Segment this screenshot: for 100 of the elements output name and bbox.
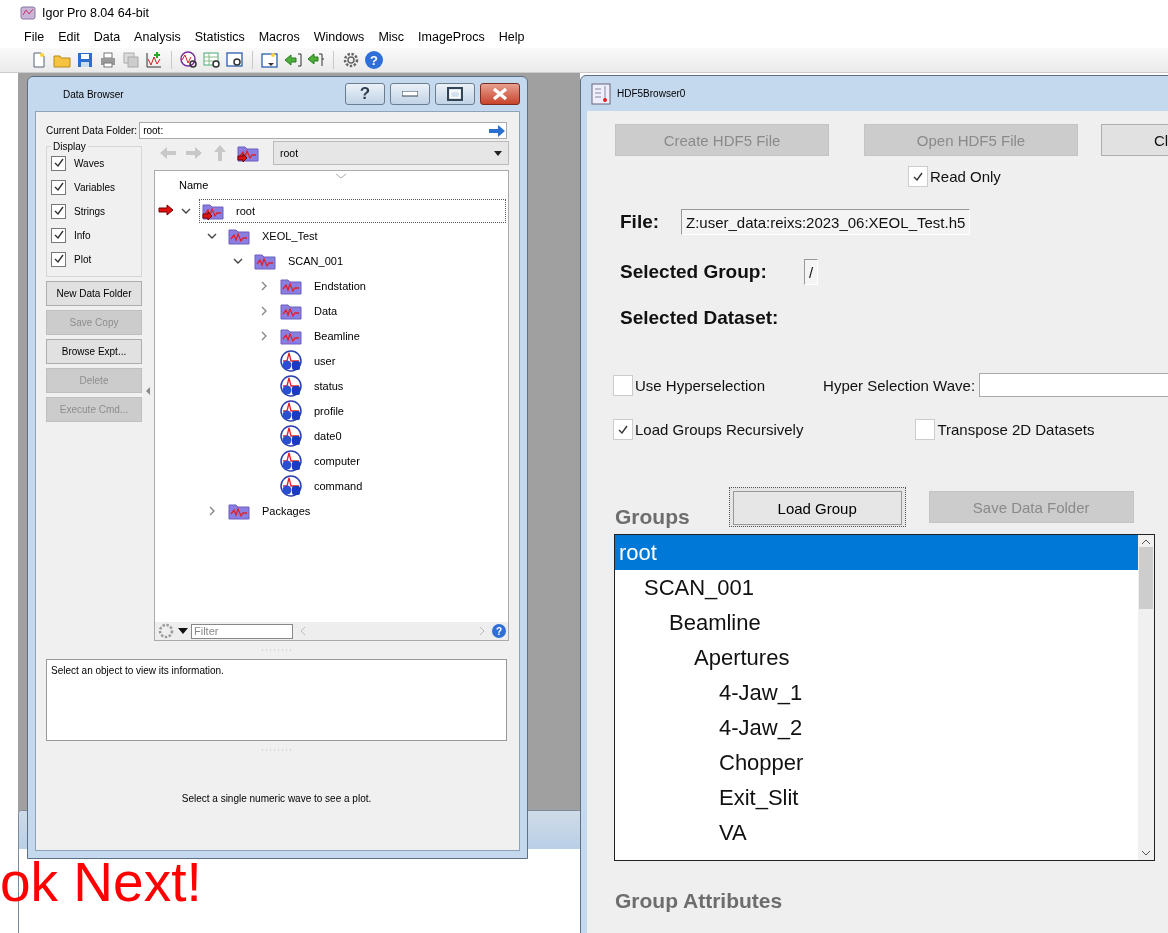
new-procedure-icon[interactable]	[261, 51, 279, 69]
menu-item[interactable]: Macros	[251, 28, 307, 46]
group-title: Display	[52, 141, 87, 152]
tree-item[interactable]: Packages	[262, 504, 311, 517]
checkmark-icon	[617, 423, 629, 436]
variable-icon	[280, 399, 302, 422]
tree-item[interactable]: root	[236, 204, 255, 217]
menu-item[interactable]: Edit	[51, 28, 87, 46]
help-button[interactable]: ?	[492, 624, 506, 638]
action-button[interactable]: New Data Folder	[46, 281, 142, 306]
group-item[interactable]: 4-Jaw_2	[615, 710, 1138, 745]
tree-item[interactable]: XEOL_Test	[262, 229, 318, 242]
checkbox[interactable]	[51, 251, 66, 267]
tree-item[interactable]: status	[314, 379, 344, 392]
group-item[interactable]: root	[615, 535, 1138, 570]
group-item[interactable]: Chopper	[615, 745, 1138, 780]
wave-search-icon[interactable]	[180, 51, 198, 69]
new-graph-icon[interactable]	[145, 51, 163, 69]
menu-item[interactable]: Data	[86, 28, 128, 46]
menu-item[interactable]: File	[17, 28, 52, 46]
action-button[interactable]: Cl	[1101, 124, 1168, 156]
menu-item[interactable]: Analysis	[127, 28, 188, 46]
folder-dropdown[interactable]: root	[273, 141, 509, 165]
scroll-down-icon[interactable]	[1141, 850, 1151, 856]
variable-icon	[280, 374, 302, 397]
tree-item[interactable]: computer	[314, 454, 360, 467]
menu-item[interactable]: Help	[491, 28, 532, 46]
table-search-icon[interactable]	[203, 51, 221, 69]
variable-icon	[280, 424, 302, 447]
column-header[interactable]: Name	[179, 178, 209, 191]
group-item[interactable]: 4-Jaw_1	[615, 675, 1138, 710]
checkbox[interactable]	[51, 227, 66, 243]
tree-item[interactable]: Data	[314, 304, 338, 317]
menu-item[interactable]: Statistics	[187, 28, 252, 46]
variable-icon	[280, 349, 302, 372]
tree-item[interactable]: profile	[314, 404, 344, 417]
menu-item[interactable]: Misc	[371, 28, 412, 46]
group-item[interactable]: VA	[615, 815, 1138, 850]
folder-icon	[202, 201, 224, 220]
filter-field[interactable]: Filter	[191, 623, 293, 639]
action-button[interactable]: Browse Expt...	[46, 339, 142, 364]
checkmark-icon	[52, 229, 65, 241]
arrow-left-icon[interactable]	[284, 51, 302, 69]
maximize-button[interactable]	[435, 83, 475, 105]
checkbox[interactable]	[613, 374, 633, 396]
tree-item[interactable]: Beamline	[314, 329, 360, 342]
checkbox-label: Waves	[74, 157, 105, 169]
close-icon	[492, 87, 508, 101]
menu-item[interactable]: Windows	[306, 28, 372, 46]
group-item[interactable]: Exit_Slit	[615, 780, 1138, 815]
scrollbar-thumb[interactable]	[1139, 547, 1153, 609]
tree-item[interactable]: Endstation	[314, 279, 366, 292]
folder-icon	[228, 501, 250, 520]
checkbox[interactable]	[51, 203, 66, 219]
layout-search-icon[interactable]	[226, 51, 244, 69]
maximize-icon	[447, 87, 463, 101]
app-title: Igor Pro 8.04 64-bit	[42, 6, 149, 20]
dropdown-caret-icon[interactable]	[178, 628, 188, 634]
minimize-icon	[402, 91, 418, 97]
window-title: HDF5Browser0	[617, 88, 686, 99]
field-label: Hyper Selection Wave:	[823, 376, 976, 394]
folder-icon	[280, 276, 302, 295]
variable-icon	[280, 474, 302, 497]
collapse-icon[interactable]	[145, 386, 151, 396]
checkbox-label: Variables	[74, 181, 115, 193]
scroll-up-icon[interactable]	[1141, 539, 1151, 545]
panel-icon	[591, 82, 611, 105]
checkmark-icon	[52, 181, 65, 193]
load-group-button[interactable]: Load Group	[728, 487, 906, 527]
new-document-icon[interactable]	[30, 51, 48, 69]
checkbox[interactable]	[915, 419, 936, 440]
tree-item[interactable]: command	[314, 479, 363, 492]
checkbox[interactable]	[51, 179, 66, 195]
selected-group-field[interactable]: /	[804, 259, 819, 285]
folder-icon	[280, 301, 302, 320]
tree-item[interactable]: SCAN_001	[288, 254, 344, 267]
checkbox[interactable]	[908, 166, 928, 187]
group-item[interactable]: Beamline	[615, 605, 1138, 640]
group-item[interactable]: SCAN_001	[615, 570, 1138, 605]
checkbox[interactable]	[613, 419, 633, 440]
section-title: Groups	[615, 505, 690, 530]
group-item[interactable]: Apertures	[615, 640, 1138, 675]
settings-icon[interactable]	[342, 51, 360, 69]
minimize-button[interactable]	[390, 83, 430, 105]
close-button[interactable]	[480, 83, 520, 105]
arrow-left-icon[interactable]	[307, 51, 325, 69]
checkbox[interactable]	[51, 155, 66, 171]
arrow-right-icon[interactable]	[488, 123, 506, 138]
help-button[interactable]: ?	[365, 51, 383, 69]
printer-icon[interactable]	[99, 51, 117, 69]
tree-item[interactable]: date0	[314, 429, 342, 442]
menu-item[interactable]: ImageProcs	[411, 28, 492, 46]
checkbox-label: Transpose 2D Datasets	[937, 421, 1095, 438]
current-folder-field[interactable]: root:	[139, 122, 507, 139]
checkmark-icon	[52, 253, 65, 265]
help-button[interactable]: ?	[345, 83, 385, 105]
save-icon[interactable]	[76, 51, 94, 69]
file-field[interactable]: Z:user_data:reixs:2023_06:XEOL_Test.h5	[681, 209, 971, 235]
hyper-selection-wave-field[interactable]	[979, 373, 1168, 397]
tree-item[interactable]: user	[314, 354, 336, 367]
